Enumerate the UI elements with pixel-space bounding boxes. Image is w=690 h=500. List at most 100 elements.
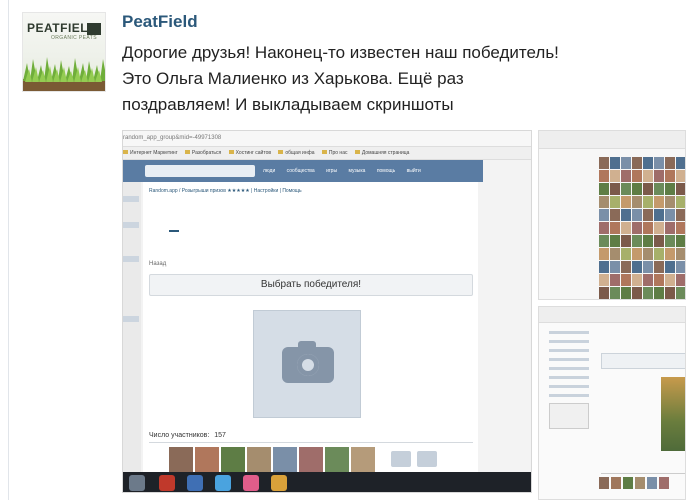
winner-photo-placeholder (253, 310, 361, 418)
bookmarks-bar: Интернет Маркетинг Разобраться Хостинг с… (123, 147, 531, 160)
participant-thumbnail (632, 235, 642, 247)
bookmark-item: Интернет Маркетинг (123, 150, 178, 156)
participant-thumbnail (676, 196, 685, 208)
participant-thumbnail (621, 287, 631, 299)
vk-nav-item: игры (326, 168, 338, 174)
participant-thumbnail (654, 235, 664, 247)
participant-thumbnail (665, 274, 675, 286)
participant-thumbnail (632, 157, 642, 169)
participant-thumbnail (621, 170, 631, 182)
participant-thumbnail (643, 261, 653, 273)
participant-thumbnail (665, 235, 675, 247)
logo-leaf-icon (87, 23, 101, 35)
participant-thumbnail (643, 209, 653, 221)
participant-thumbnail (676, 261, 685, 273)
app-icon (215, 475, 231, 491)
app-icon (159, 475, 175, 491)
grass-graphic (23, 57, 105, 91)
participant-thumbnail (610, 235, 620, 247)
participant-thumbnail (621, 235, 631, 247)
app-icon (271, 475, 287, 491)
participant-thumbnail (654, 157, 664, 169)
author-avatar[interactable]: PEATFIELD ORGANIC PEATS (22, 12, 106, 92)
participant-thumbnail (599, 235, 609, 247)
participant-thumbnail (643, 222, 653, 234)
post-text: Дорогие друзья! Наконец-то известен наш … (122, 40, 662, 118)
participant-thumbnail (665, 170, 675, 182)
participant-thumbnail (621, 196, 631, 208)
participant-thumbnail (643, 235, 653, 247)
vk-nav-item: сообщества (286, 168, 315, 174)
participant-thumbnail (632, 248, 642, 260)
participant-thumbnail (676, 157, 685, 169)
camera-icon (417, 451, 437, 467)
vk-nav: люди сообщества игры музыка помощь выйти (263, 168, 431, 174)
app-content: Random.app / Розыгрыши призов ★★★★★ | На… (143, 182, 478, 492)
participants-thumbnails (599, 477, 685, 491)
participant-thumbnail (643, 196, 653, 208)
participant-thumbnail (665, 261, 675, 273)
participant-thumbnail (610, 287, 620, 299)
participant-thumbnail (676, 235, 685, 247)
participant-thumbnail (676, 209, 685, 221)
app-icon (243, 475, 259, 491)
participant-thumbnail (599, 274, 609, 286)
participant-thumbnail (621, 248, 631, 260)
participant-thumbnail (654, 274, 664, 286)
winner-photo (661, 377, 685, 451)
vk-nav-item: музыка (348, 168, 366, 174)
app-icon (129, 475, 145, 491)
participant-thumbnail (665, 222, 675, 234)
bookmark-item: общая инфа (278, 150, 314, 156)
participant-thumbnail (632, 183, 642, 195)
participant-thumbnail (610, 248, 620, 260)
participant-thumbnail (621, 209, 631, 221)
participant-thumbnail (665, 209, 675, 221)
attached-screenshot-third[interactable] (538, 306, 686, 500)
post-text-line: Это Ольга Малиенко из Харькова. Ещё раз (122, 69, 464, 88)
divider (601, 473, 685, 474)
participant-thumbnail (610, 183, 620, 195)
participant-thumbnail (665, 287, 675, 299)
post-text-line: Дорогие друзья! Наконец-то известен наш … (122, 43, 559, 62)
participant-thumbnail (632, 261, 642, 273)
participant-thumbnail (610, 209, 620, 221)
participant-thumbnail (665, 248, 675, 260)
participant-thumbnail (621, 261, 631, 273)
participants-label: Число участников: (149, 432, 210, 439)
camera-icon (282, 341, 334, 383)
participant-thumbnail (643, 287, 653, 299)
participant-thumbnail (643, 248, 653, 260)
vk-nav-item: выйти (406, 168, 421, 174)
attached-screenshot-main[interactable]: random_app_group&mid=-49971308 Интернет … (122, 130, 532, 493)
participant-thumbnail (599, 157, 609, 169)
participant-thumbnail (621, 183, 631, 195)
participant-thumbnail (610, 157, 620, 169)
info-box (549, 403, 589, 429)
participant-thumbnail (599, 209, 609, 221)
browser-bar (539, 307, 685, 323)
participant-thumbnail (599, 196, 609, 208)
participant-thumbnail (665, 196, 675, 208)
participant-thumbnail (632, 196, 642, 208)
participant-thumbnail (610, 170, 620, 182)
participant-thumbnail (654, 183, 664, 195)
vk-nav-item: помощь (376, 168, 396, 174)
post-text-line: поздравляем! И выкладываем скриншоты (122, 95, 454, 114)
author-name-link[interactable]: PeatField (122, 12, 198, 32)
choose-winner-button: Выбрать победителя! (149, 274, 473, 296)
loading-indicator (169, 230, 179, 232)
attached-screenshot-second[interactable] (538, 130, 686, 300)
participant-thumbnail (654, 261, 664, 273)
participant-thumbnail (621, 274, 631, 286)
app-icon (187, 475, 203, 491)
participants-grid (599, 157, 685, 299)
participants-count: Число участников: 157 (149, 432, 226, 439)
participant-thumbnail (610, 274, 620, 286)
vk-search-box (145, 165, 255, 177)
windows-taskbar (123, 472, 531, 492)
bookmark-item: Домашняя страница (355, 150, 410, 156)
divider (149, 442, 473, 443)
participant-thumbnail (632, 222, 642, 234)
participant-thumbnail (654, 170, 664, 182)
